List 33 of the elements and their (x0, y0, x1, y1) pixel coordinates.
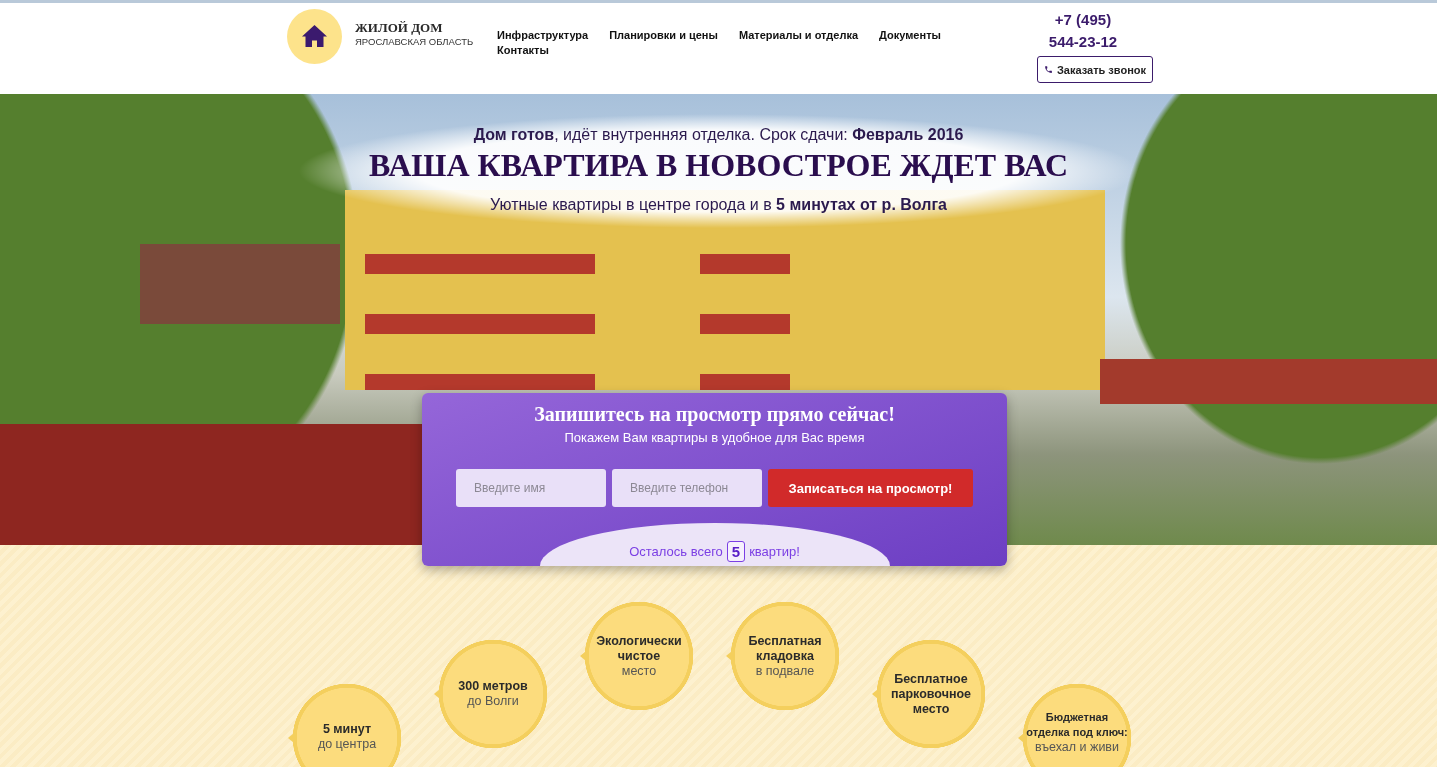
feature-title: 5 минут (321, 722, 373, 737)
feature-subtitle: в подвале (755, 663, 815, 679)
feature-title: 300 метров (457, 679, 529, 694)
tagline: Уютные квартиры в центре города и в 5 минутах от р. Волга (490, 195, 947, 215)
nav-link[interactable]: Документы (879, 28, 941, 43)
input-field[interactable]: Введите телефон (612, 469, 762, 507)
remaining-label: Осталось всего (629, 544, 723, 559)
remaining-label: квартир! (749, 544, 800, 559)
brand-subtitle: ЯРОСЛАВСКАЯ ОБЛАСТЬ (355, 36, 475, 48)
form-title: Запишитесь на просмотр прямо сейчас! (534, 402, 895, 426)
feature-subtitle: до центра (317, 737, 377, 752)
phone-icon (1043, 65, 1053, 74)
feature-subtitle: до Волги (467, 694, 519, 709)
feature-title: Бюджетная отделка под ключ: (1025, 710, 1129, 740)
house-icon[interactable] (287, 9, 342, 64)
feature-title: Бесплатное парковочное место (889, 671, 973, 717)
nav-link[interactable]: Материалы и отделка (738, 28, 859, 43)
nav-link[interactable]: Контакты (497, 43, 549, 58)
callback-button[interactable]: Заказать звонок (1037, 56, 1153, 83)
submit-button[interactable]: Записаться на просмотр! (768, 469, 973, 507)
nav-link[interactable]: Планировки и цены (609, 28, 718, 43)
feature-title: Экологически чистое (595, 633, 683, 664)
count-badge: 5 (726, 541, 746, 562)
nav-link[interactable]: Инфраструктура (497, 28, 589, 43)
phone-number: +7 (495) 544-23-12 (1047, 10, 1119, 52)
form-subtitle: Покажем Вам квартиры в удобное для Вас время (564, 429, 865, 447)
feature-title: Бесплатная кладовка (747, 633, 823, 664)
feature-subtitle: место (621, 663, 657, 679)
brand-title: ЖИЛОЙ ДОМ (355, 20, 444, 36)
feature-subtitle: въехал и живи (1035, 740, 1119, 755)
input-field[interactable]: Введите имя (456, 469, 606, 507)
status-text: Дом готов, идёт внутренняя отделка. Срок сдачи: Февраль 2016 (473, 125, 964, 145)
headline: ВАША КВАРТИРА В НОВОСТРОЕ ЖДЕТ ВАС (368, 146, 1069, 184)
